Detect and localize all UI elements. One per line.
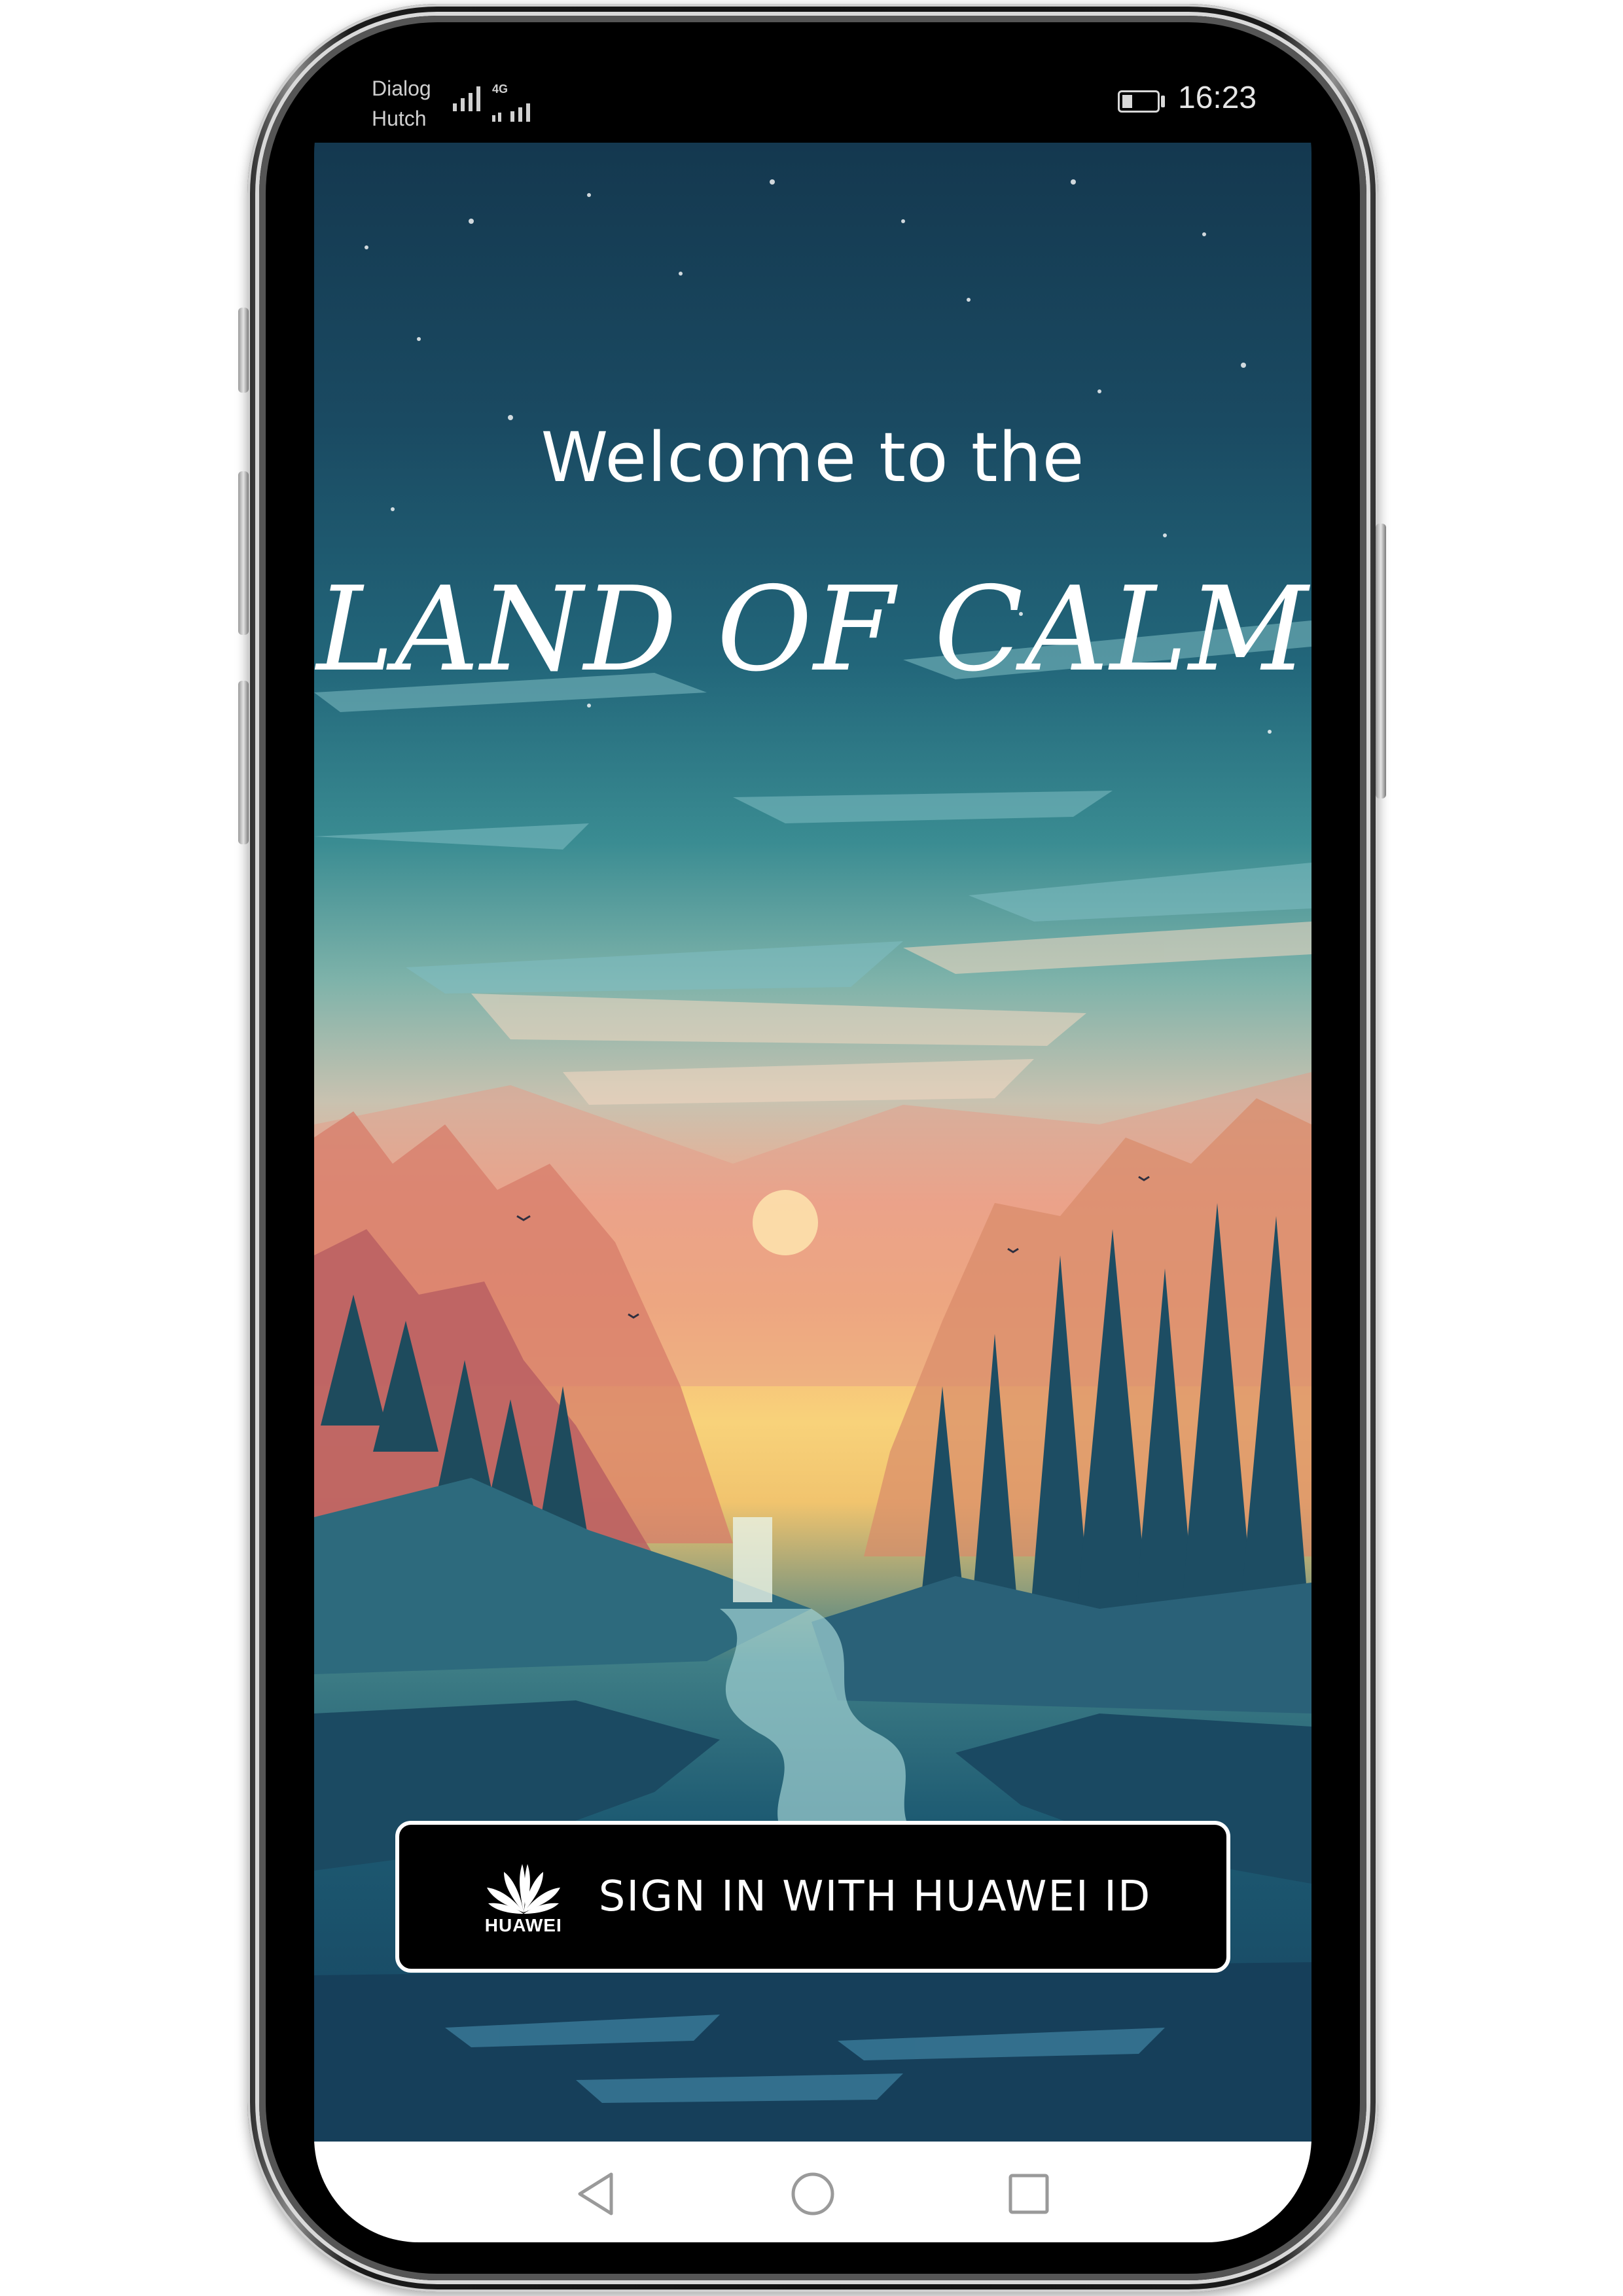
sign-in-button-label: SIGN IN WITH HUAWEI ID [598, 1873, 1152, 1921]
battery-tip [1161, 96, 1165, 107]
carrier-names: Dialog Hutch [372, 73, 431, 134]
battery-level-fill [1122, 95, 1132, 108]
status-clock: 16:23 [1178, 81, 1257, 115]
signal-strength-2-icon [492, 103, 530, 122]
huawei-logo: HUAWEI [474, 1848, 573, 1946]
phone-side-button-volume-up [238, 471, 249, 635]
sign-in-with-huawei-id-button[interactable]: HUAWEI SIGN IN WITH HUAWEI ID [395, 1821, 1230, 1973]
navigation-bar [314, 2142, 1311, 2242]
page: Dialog Hutch 4G 16:23 Welcome to the LAN… [0, 0, 1623, 2296]
huawei-logo-text: HUAWEI [484, 1915, 562, 1935]
phone-side-button-mute [238, 308, 249, 393]
phone-screen: Dialog Hutch 4G 16:23 Welcome to the LAN… [314, 48, 1311, 2242]
home-circle-icon[interactable] [787, 2168, 839, 2220]
phone-side-button-power [1376, 524, 1386, 798]
status-bar: Dialog Hutch 4G 16:23 [314, 48, 1311, 143]
welcome-text: Welcome to the [541, 418, 1085, 497]
app-title: LAND OF CALM [316, 562, 1310, 697]
huawei-logo-icon [486, 1864, 560, 1914]
carrier-name-1: Dialog [372, 77, 431, 100]
battery-icon [1118, 90, 1160, 113]
recents-square-icon[interactable] [1003, 2168, 1055, 2220]
network-type-label: 4G [492, 82, 508, 96]
app-screen: Welcome to the LAND OF CALM HUAWEI SIGN … [314, 143, 1311, 2142]
phone-side-button-volume-down [238, 681, 249, 844]
back-triangle-icon[interactable] [571, 2168, 623, 2220]
signal-strength-icon [453, 86, 480, 111]
carrier-name-2: Hutch [372, 107, 427, 130]
